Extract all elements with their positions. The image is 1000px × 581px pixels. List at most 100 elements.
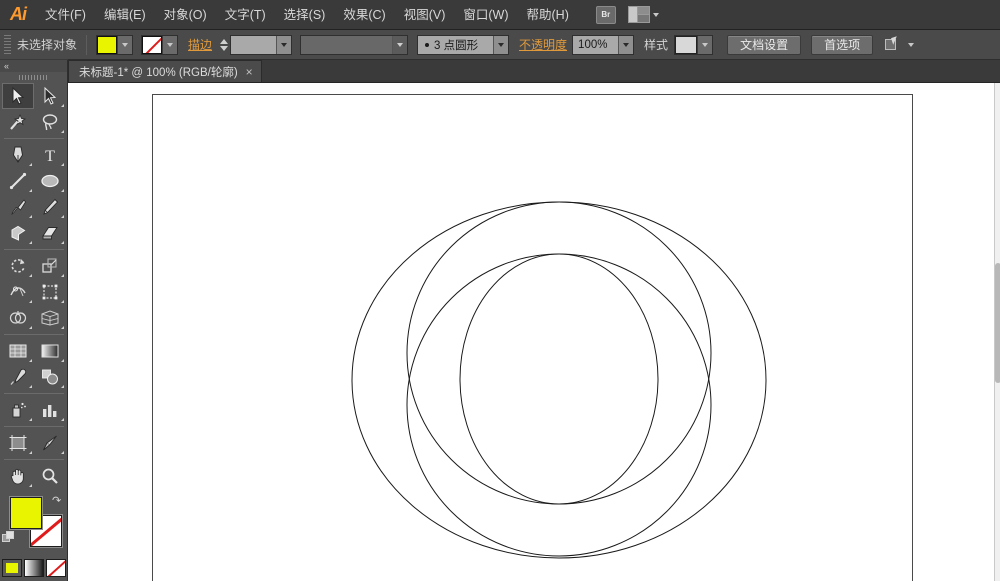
- control-bar-overflow[interactable]: [885, 37, 914, 52]
- stroke-label[interactable]: 描边: [188, 36, 212, 53]
- divider: [4, 459, 64, 460]
- brush-definition-value: 3 点圆形: [434, 37, 478, 53]
- artboard-tool[interactable]: [2, 430, 34, 456]
- blob-brush-tool[interactable]: [2, 220, 34, 246]
- control-bar-grip[interactable]: [4, 35, 11, 55]
- mesh-tool[interactable]: [2, 338, 34, 364]
- stroke-profile-dropdown-arrow[interactable]: [392, 36, 407, 54]
- menubar-right-group: Br: [596, 6, 659, 24]
- perspective-grid-tool[interactable]: [34, 305, 66, 331]
- selection-status-label: 未选择对象: [17, 36, 77, 53]
- slice-tool[interactable]: [34, 430, 66, 456]
- circle-lower-large[interactable]: [407, 254, 711, 556]
- menu-edit[interactable]: 编辑(E): [95, 0, 155, 30]
- fill-dropdown-arrow[interactable]: [117, 36, 132, 54]
- zoom-tool[interactable]: [34, 463, 66, 489]
- artwork-layer[interactable]: [68, 83, 1000, 581]
- free-transform-tool[interactable]: [34, 279, 66, 305]
- gradient-tool[interactable]: [34, 338, 66, 364]
- stroke-color-picker[interactable]: [141, 35, 178, 55]
- close-icon[interactable]: ×: [246, 66, 253, 78]
- document-tab-label: 未标题-1* @ 100% (RGB/轮廓): [79, 64, 238, 80]
- menu-select[interactable]: 选择(S): [275, 0, 335, 30]
- menu-help[interactable]: 帮助(H): [518, 0, 578, 30]
- opacity-label[interactable]: 不透明度: [519, 36, 567, 53]
- tool-grid: T: [0, 83, 68, 489]
- divider: [4, 249, 64, 250]
- fill-color-swatch[interactable]: [10, 497, 42, 529]
- stroke-swatch-none[interactable]: [142, 36, 162, 54]
- divider: [4, 138, 64, 139]
- circle-outer[interactable]: [352, 202, 766, 558]
- brush-definition-field[interactable]: 3 点圆形: [417, 35, 509, 55]
- pencil-tool[interactable]: [34, 194, 66, 220]
- stroke-weight-field[interactable]: [230, 35, 292, 55]
- canvas-area[interactable]: [68, 83, 1000, 581]
- eraser-tool[interactable]: [34, 220, 66, 246]
- workspace-switcher[interactable]: [628, 6, 659, 23]
- paintbrush-tool[interactable]: [2, 194, 34, 220]
- lasso-tool[interactable]: [34, 109, 66, 135]
- document-tab[interactable]: 未标题-1* @ 100% (RGB/轮廓) ×: [68, 60, 262, 82]
- document-setup-button[interactable]: 文档设置: [727, 35, 801, 55]
- scale-tool[interactable]: [34, 253, 66, 279]
- tools-panel-collapse[interactable]: «: [0, 60, 67, 72]
- opacity-field[interactable]: 100%: [572, 35, 634, 55]
- pen-tool[interactable]: [2, 142, 34, 168]
- eyedropper-tool[interactable]: [2, 364, 34, 390]
- tools-panel-grip[interactable]: [0, 72, 67, 83]
- preferences-button[interactable]: 首选项: [811, 35, 873, 55]
- divider: [4, 393, 64, 394]
- rotate-tool[interactable]: [2, 253, 34, 279]
- stroke-dropdown-arrow[interactable]: [162, 36, 177, 54]
- menu-effect[interactable]: 效果(C): [334, 0, 394, 30]
- menu-window[interactable]: 窗口(W): [454, 0, 517, 30]
- menu-type[interactable]: 文字(T): [216, 0, 275, 30]
- hand-tool[interactable]: [2, 463, 34, 489]
- none-button[interactable]: [46, 559, 66, 577]
- circle-inner[interactable]: [460, 254, 658, 504]
- scrollbar-thumb[interactable]: [995, 263, 1000, 383]
- menu-file[interactable]: 文件(F): [36, 0, 95, 30]
- divider: [4, 426, 64, 427]
- select-similar-icon[interactable]: [885, 37, 904, 52]
- line-segment-tool[interactable]: [2, 168, 34, 194]
- graphic-style-picker[interactable]: [674, 35, 713, 55]
- chevron-down-icon[interactable]: [908, 43, 914, 47]
- control-bar: 未选择对象 描边: [0, 30, 1000, 60]
- width-tool[interactable]: [2, 279, 34, 305]
- column-graph-tool[interactable]: [34, 397, 66, 423]
- stroke-weight-stepper[interactable]: [218, 35, 229, 55]
- style-dropdown-arrow[interactable]: [697, 36, 712, 54]
- symbol-sprayer-tool[interactable]: [2, 397, 34, 423]
- vertical-scrollbar[interactable]: [994, 83, 1000, 581]
- illustrator-window: Ai 文件(F) 编辑(E) 对象(O) 文字(T) 选择(S) 效果(C) 视…: [0, 0, 1000, 581]
- fill-color-picker[interactable]: [96, 35, 133, 55]
- ellipse-tool[interactable]: [34, 168, 66, 194]
- bridge-button[interactable]: Br: [596, 6, 616, 24]
- gradient-button[interactable]: [24, 559, 44, 577]
- color-mode-buttons: [0, 559, 67, 577]
- direct-selection-tool[interactable]: [34, 83, 66, 109]
- fill-swatch[interactable]: [97, 36, 117, 54]
- menu-object[interactable]: 对象(O): [155, 0, 216, 30]
- type-tool[interactable]: T: [34, 142, 66, 168]
- selection-tool[interactable]: [2, 83, 34, 109]
- svg-text:T: T: [45, 148, 55, 164]
- shape-builder-tool[interactable]: [2, 305, 34, 331]
- blend-tool[interactable]: [34, 364, 66, 390]
- magic-wand-tool[interactable]: [2, 109, 34, 135]
- swap-fill-stroke-icon[interactable]: ↷: [52, 494, 64, 506]
- style-swatch[interactable]: [675, 36, 697, 54]
- circle-upper-large[interactable]: [407, 202, 711, 504]
- menu-view[interactable]: 视图(V): [395, 0, 455, 30]
- app-logo-icon: Ai: [0, 0, 36, 30]
- default-fill-stroke-icon[interactable]: [2, 531, 15, 544]
- opacity-dropdown-arrow[interactable]: [618, 36, 633, 54]
- stroke-profile-field[interactable]: [300, 35, 408, 55]
- chevron-down-icon: [653, 13, 659, 17]
- brush-definition-dropdown-arrow[interactable]: [493, 36, 508, 54]
- stroke-weight-dropdown-arrow[interactable]: [276, 36, 291, 54]
- color-button[interactable]: [2, 559, 22, 577]
- menu-bar: Ai 文件(F) 编辑(E) 对象(O) 文字(T) 选择(S) 效果(C) 视…: [0, 0, 1000, 30]
